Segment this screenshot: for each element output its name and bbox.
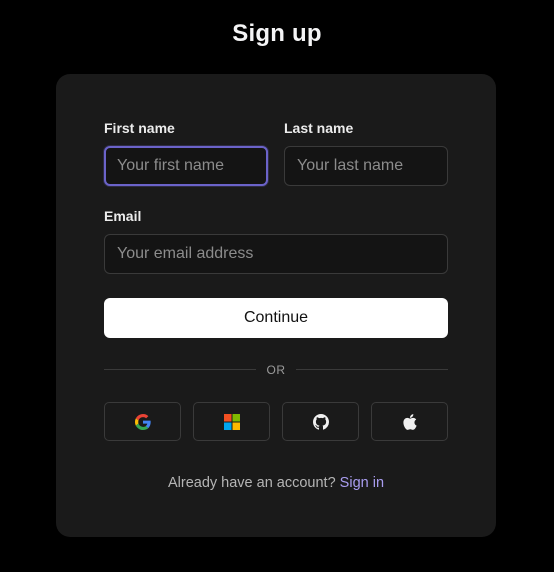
first-name-input[interactable] bbox=[104, 146, 268, 186]
last-name-label: Last name bbox=[284, 120, 354, 136]
google-icon bbox=[134, 413, 151, 430]
first-name-label: First name bbox=[104, 120, 175, 136]
email-label: Email bbox=[104, 208, 142, 224]
divider-line-right bbox=[296, 369, 448, 370]
divider-line-left bbox=[104, 369, 256, 370]
apple-icon bbox=[402, 413, 418, 431]
divider-or: OR bbox=[266, 363, 286, 377]
apple-signin-button[interactable] bbox=[371, 402, 448, 441]
signin-prompt-text: Already have an account? bbox=[167, 475, 336, 491]
continue-button[interactable]: Continue bbox=[104, 298, 448, 338]
signup-card: First name Last name Email Continue OR bbox=[56, 74, 496, 537]
signin-prompt: Already have an account? Sign in bbox=[56, 475, 496, 491]
microsoft-signin-button[interactable] bbox=[193, 402, 270, 441]
github-signin-button[interactable] bbox=[282, 402, 359, 441]
last-name-input[interactable] bbox=[284, 146, 448, 186]
page-title: Sign up bbox=[232, 20, 322, 47]
sign-in-link[interactable]: Sign in bbox=[340, 475, 384, 491]
google-signin-button[interactable] bbox=[104, 402, 181, 441]
github-icon bbox=[312, 413, 329, 430]
microsoft-icon bbox=[223, 413, 240, 430]
email-input[interactable] bbox=[104, 234, 448, 274]
